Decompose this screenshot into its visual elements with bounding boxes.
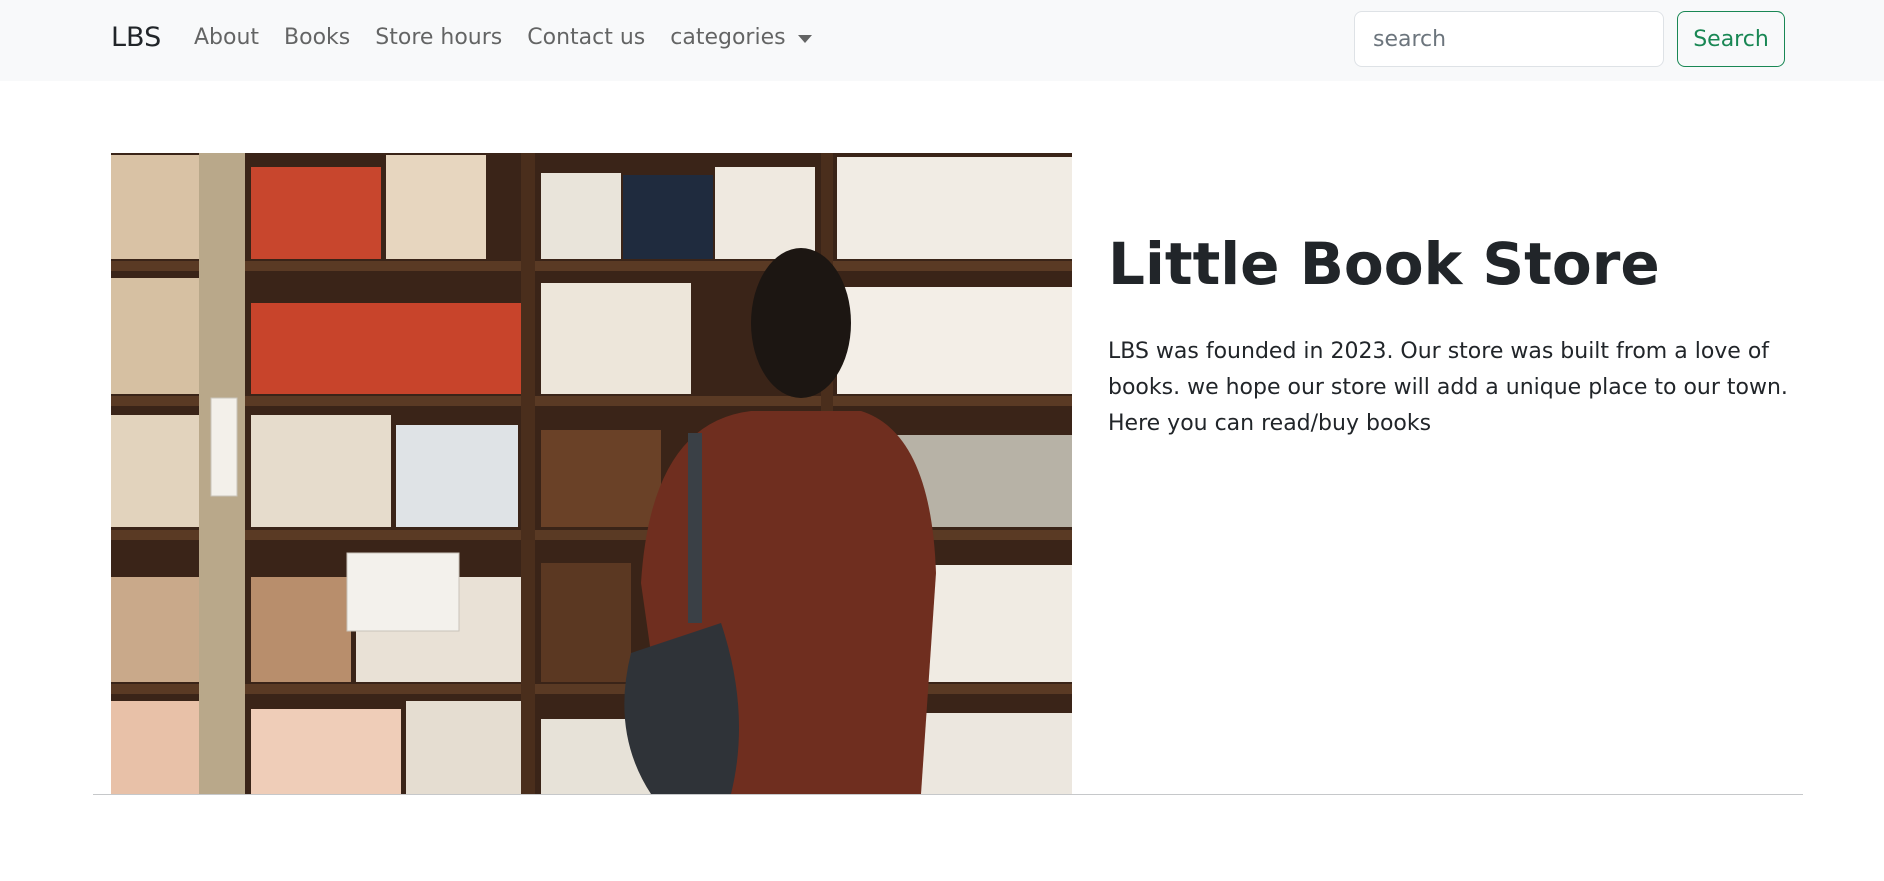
- categories-dropdown-label: categories: [670, 25, 786, 50]
- section-divider: [93, 794, 1803, 795]
- hero-image: [111, 153, 1072, 794]
- categories-dropdown[interactable]: categories: [670, 25, 812, 50]
- search-button[interactable]: Search: [1677, 11, 1785, 67]
- nav-link-contact-us[interactable]: Contact us: [527, 25, 645, 50]
- hero-description: LBS was founded in 2023. Our store was b…: [1108, 339, 1788, 436]
- navbar: LBS About Books Store hours Contact us c…: [0, 0, 1884, 81]
- nav-link-store-hours[interactable]: Store hours: [375, 25, 502, 50]
- nav-link-books[interactable]: Books: [284, 25, 350, 50]
- hero-title: Little Book Store: [1108, 230, 1660, 298]
- nav-links: About Books Store hours Contact us categ…: [194, 25, 837, 50]
- caret-down-icon: [797, 34, 812, 43]
- brand-logo[interactable]: LBS: [111, 22, 161, 53]
- search-input[interactable]: [1354, 11, 1664, 67]
- nav-link-about[interactable]: About: [194, 25, 259, 50]
- bookstore-photo: [111, 153, 1072, 794]
